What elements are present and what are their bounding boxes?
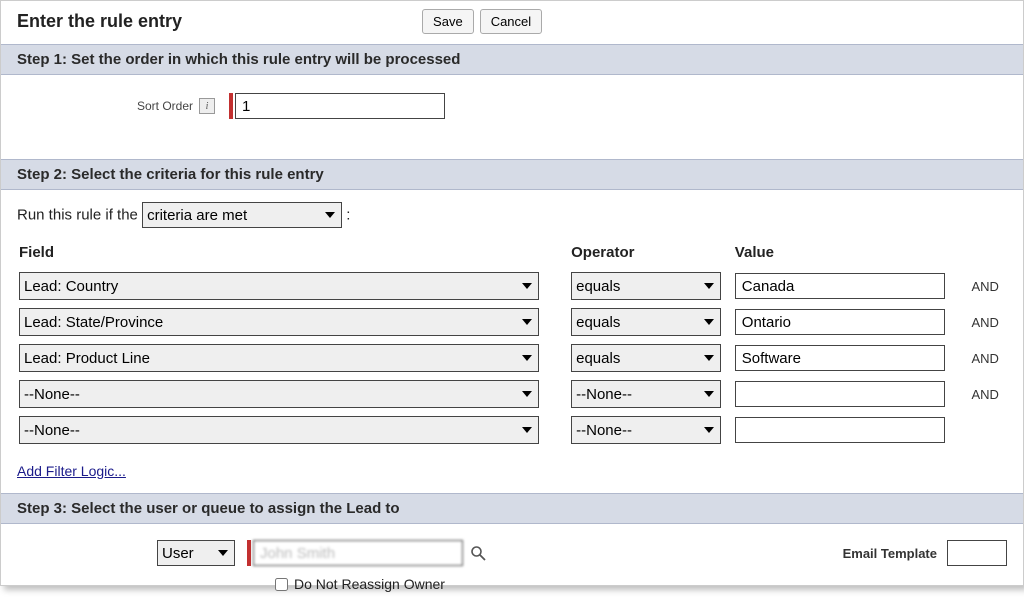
criteria-operator-select[interactable]: --None-- — [571, 416, 721, 444]
required-indicator — [229, 93, 233, 119]
col-operator: Operator — [571, 244, 733, 267]
assignee-input[interactable] — [253, 540, 463, 566]
criteria-field-select[interactable]: Lead: Country — [19, 272, 539, 300]
criteria-operator-select[interactable]: equals — [571, 272, 721, 300]
col-field: Field — [19, 244, 569, 267]
criteria-join: AND — [961, 269, 1005, 303]
criteria-row: --None-- --None-- — [19, 413, 1005, 447]
step3-header: Step 3: Select the user or queue to assi… — [1, 493, 1023, 524]
criteria-join — [961, 413, 1005, 447]
required-indicator — [247, 540, 251, 566]
email-template-label: Email Template — [843, 546, 937, 561]
criteria-join: AND — [961, 341, 1005, 375]
do-not-reassign-checkbox[interactable] — [275, 578, 288, 591]
criteria-field-select[interactable]: --None-- — [19, 416, 539, 444]
email-template-input[interactable] — [947, 540, 1007, 566]
assignee-type-select[interactable]: User — [157, 540, 235, 566]
step2-header: Step 2: Select the criteria for this rul… — [1, 159, 1023, 190]
criteria-field-select[interactable]: --None-- — [19, 380, 539, 408]
criteria-table: Field Operator Value Lead: Country equal… — [17, 242, 1007, 449]
criteria-row: Lead: Country equals AND — [19, 269, 1005, 303]
lookup-icon[interactable] — [469, 544, 487, 562]
criteria-value-input[interactable] — [735, 345, 945, 371]
run-rule-suffix: : — [346, 207, 350, 224]
save-button[interactable]: Save — [422, 9, 474, 34]
criteria-field-select[interactable]: Lead: Product Line — [19, 344, 539, 372]
step1-header: Step 1: Set the order in which this rule… — [1, 44, 1023, 75]
criteria-value-input[interactable] — [735, 381, 945, 407]
criteria-row: Lead: State/Province equals AND — [19, 305, 1005, 339]
add-filter-logic-link[interactable]: Add Filter Logic... — [17, 463, 126, 479]
criteria-value-input[interactable] — [735, 273, 945, 299]
sort-order-input[interactable] — [235, 93, 445, 119]
criteria-field-select[interactable]: Lead: State/Province — [19, 308, 539, 336]
criteria-operator-select[interactable]: equals — [571, 344, 721, 372]
info-icon[interactable]: i — [199, 98, 215, 114]
col-value: Value — [735, 244, 960, 267]
do-not-reassign-label: Do Not Reassign Owner — [294, 576, 445, 592]
criteria-join: AND — [961, 377, 1005, 411]
criteria-join: AND — [961, 305, 1005, 339]
criteria-row: --None-- --None-- AND — [19, 377, 1005, 411]
run-rule-condition-select[interactable]: criteria are met — [142, 202, 342, 228]
criteria-value-input[interactable] — [735, 417, 945, 443]
criteria-operator-select[interactable]: --None-- — [571, 380, 721, 408]
page-title: Enter the rule entry — [17, 11, 182, 32]
cancel-button[interactable]: Cancel — [480, 9, 542, 34]
criteria-value-input[interactable] — [735, 309, 945, 335]
criteria-operator-select[interactable]: equals — [571, 308, 721, 336]
sort-order-label: Sort Order — [137, 99, 193, 113]
run-rule-prefix: Run this rule if the — [17, 207, 138, 224]
criteria-row: Lead: Product Line equals AND — [19, 341, 1005, 375]
